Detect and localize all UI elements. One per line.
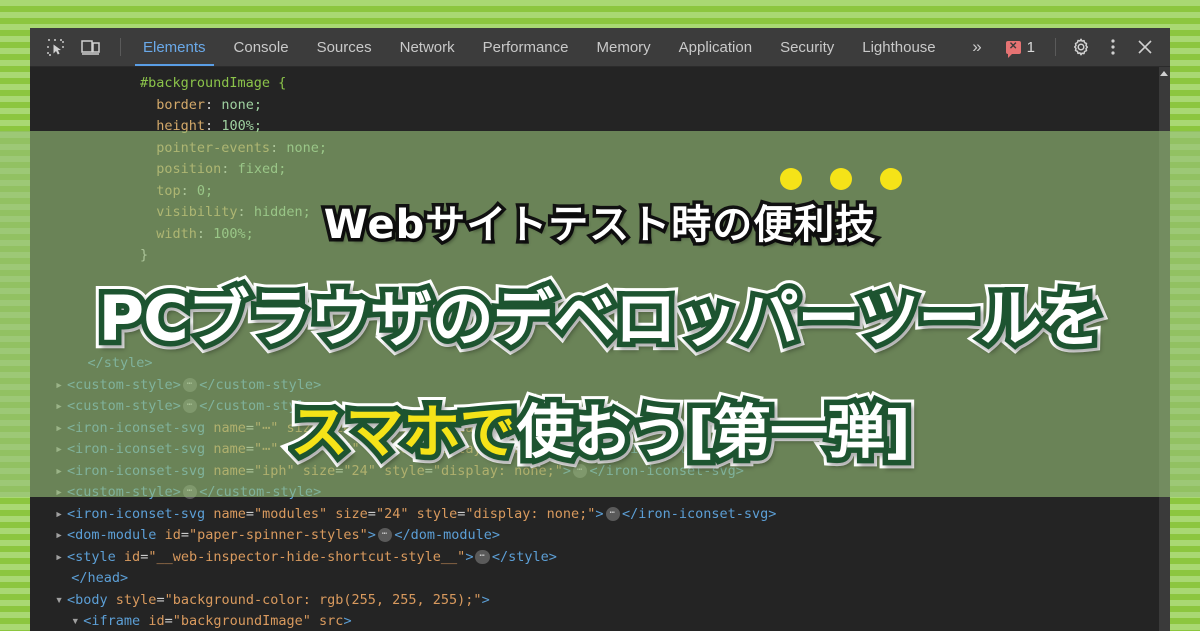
css-close-brace: }	[140, 247, 149, 263]
toolbar-left-icons	[30, 33, 129, 61]
tab-elements[interactable]: Elements	[129, 28, 220, 66]
dom-line[interactable]: ▾ <iframe id="backgroundImage" src>	[30, 611, 1160, 631]
toolbar-divider	[120, 38, 121, 56]
collapsed-content-icon[interactable]: ⋯	[182, 485, 198, 499]
dom-line[interactable]: ▸ <style id="__web-inspector-hide-shortcu…	[30, 547, 1160, 569]
css-property[interactable]: border	[156, 97, 205, 113]
decorative-dots	[780, 168, 902, 190]
dom-line[interactable]: ▸ <custom-style> ⋯ </custom-style>	[30, 375, 1160, 397]
dot-2	[830, 168, 852, 190]
css-value[interactable]: fixed;	[238, 161, 287, 177]
tab-security[interactable]: Security	[766, 28, 848, 66]
collapsed-content-icon[interactable]: ⋯	[475, 549, 490, 564]
dom-line[interactable]: ▸ <custom-style> ⋯ </custom-style>	[30, 482, 1160, 504]
dom-line[interactable]: ▸ <iron-iconset-svg name="modules" size="…	[30, 504, 1160, 526]
collapsed-content-icon[interactable]: ⋯	[605, 506, 620, 521]
css-value[interactable]: none;	[221, 97, 262, 113]
css-value[interactable]: hidden;	[254, 204, 311, 220]
css-value[interactable]: 100%;	[221, 118, 262, 134]
devtools-tab-bar: Elements Console Sources Network Perform…	[129, 28, 950, 66]
devtools-toolbar: Elements Console Sources Network Perform…	[30, 28, 1170, 67]
css-property[interactable]: height	[156, 118, 205, 134]
css-property[interactable]: visibility	[156, 204, 237, 220]
dot-3	[880, 168, 902, 190]
thumbnail-canvas: Elements Console Sources Network Perform…	[0, 0, 1200, 631]
close-icon[interactable]	[1130, 32, 1160, 62]
tab-performance[interactable]: Performance	[469, 28, 583, 66]
css-value[interactable]: 0;	[197, 183, 213, 199]
scroll-up-arrow-icon[interactable]	[1160, 71, 1168, 76]
css-property[interactable]: width	[156, 226, 197, 242]
vertical-scrollbar[interactable]	[1159, 67, 1170, 631]
toolbar-divider-right	[1055, 38, 1056, 56]
dom-line[interactable]: ▾ <body style="background-color: rgb(255,…	[30, 590, 1160, 612]
inspect-element-icon[interactable]	[40, 33, 70, 61]
tab-application[interactable]: Application	[665, 28, 766, 66]
dom-line[interactable]: </style>	[30, 353, 1160, 375]
dom-line[interactable]: </head>	[30, 568, 1160, 590]
dom-line[interactable]: ▸ <dom-module id="paper-spinner-styles"> ⋯…	[30, 525, 1160, 547]
dom-line[interactable]: ▸ <iron-iconset-svg name="iph" size="24" …	[30, 461, 1160, 483]
devtools-body: #backgroundImage { border: none; height:…	[30, 67, 1170, 631]
tab-console[interactable]: Console	[220, 28, 303, 66]
styles-pane: #backgroundImage { border: none; height:…	[140, 75, 327, 263]
tab-memory[interactable]: Memory	[583, 28, 665, 66]
css-property[interactable]: pointer-events	[156, 140, 270, 156]
css-property[interactable]: top	[156, 183, 180, 199]
collapsed-content-icon[interactable]: ⋯	[182, 399, 198, 413]
css-value[interactable]: none;	[286, 140, 327, 156]
collapsed-content-icon[interactable]: ⋯	[573, 463, 588, 478]
css-property[interactable]: position	[156, 161, 221, 177]
collapsed-content-icon[interactable]: ⋯	[182, 377, 198, 392]
error-count-badge[interactable]: ✕ 1	[996, 38, 1045, 58]
css-value[interactable]: 100%;	[213, 226, 254, 242]
dom-tree-pane: </style> ▸ <custom-style> ⋯ </custom-style>…	[30, 353, 1160, 631]
device-toolbar-icon[interactable]	[76, 33, 106, 61]
error-bubble-icon: ✕	[1005, 40, 1021, 58]
gear-icon[interactable]	[1066, 32, 1096, 62]
kebab-menu-icon[interactable]	[1098, 32, 1128, 62]
more-tabs-chevron-icon[interactable]: »	[958, 37, 993, 57]
tab-network[interactable]: Network	[386, 28, 469, 66]
tab-lighthouse[interactable]: Lighthouse	[848, 28, 949, 66]
collapsed-content-icon[interactable]: ⋯	[377, 528, 393, 542]
error-count-label: 1	[1026, 38, 1035, 56]
tab-sources[interactable]: Sources	[303, 28, 386, 66]
collapsed-content-icon[interactable]: ⋯	[556, 442, 572, 456]
error-x-glyph: ✕	[1008, 41, 1018, 52]
collapsed-content-icon[interactable]: ⋯	[556, 420, 572, 435]
toolbar-right-group: » ✕ 1	[958, 28, 1170, 66]
dom-line[interactable]: ▸ <iron-iconset-svg name="⋯" size="24" st…	[30, 439, 1160, 461]
dom-line[interactable]: ▸ <iron-iconset-svg name="⋯" size="24" st…	[30, 418, 1160, 440]
devtools-window: Elements Console Sources Network Perform…	[30, 28, 1170, 631]
dom-line[interactable]: ▸ <custom-style> ⋯ </custom-style>	[30, 396, 1160, 418]
css-selector[interactable]: #backgroundImage {	[140, 75, 286, 91]
dot-1	[780, 168, 802, 190]
